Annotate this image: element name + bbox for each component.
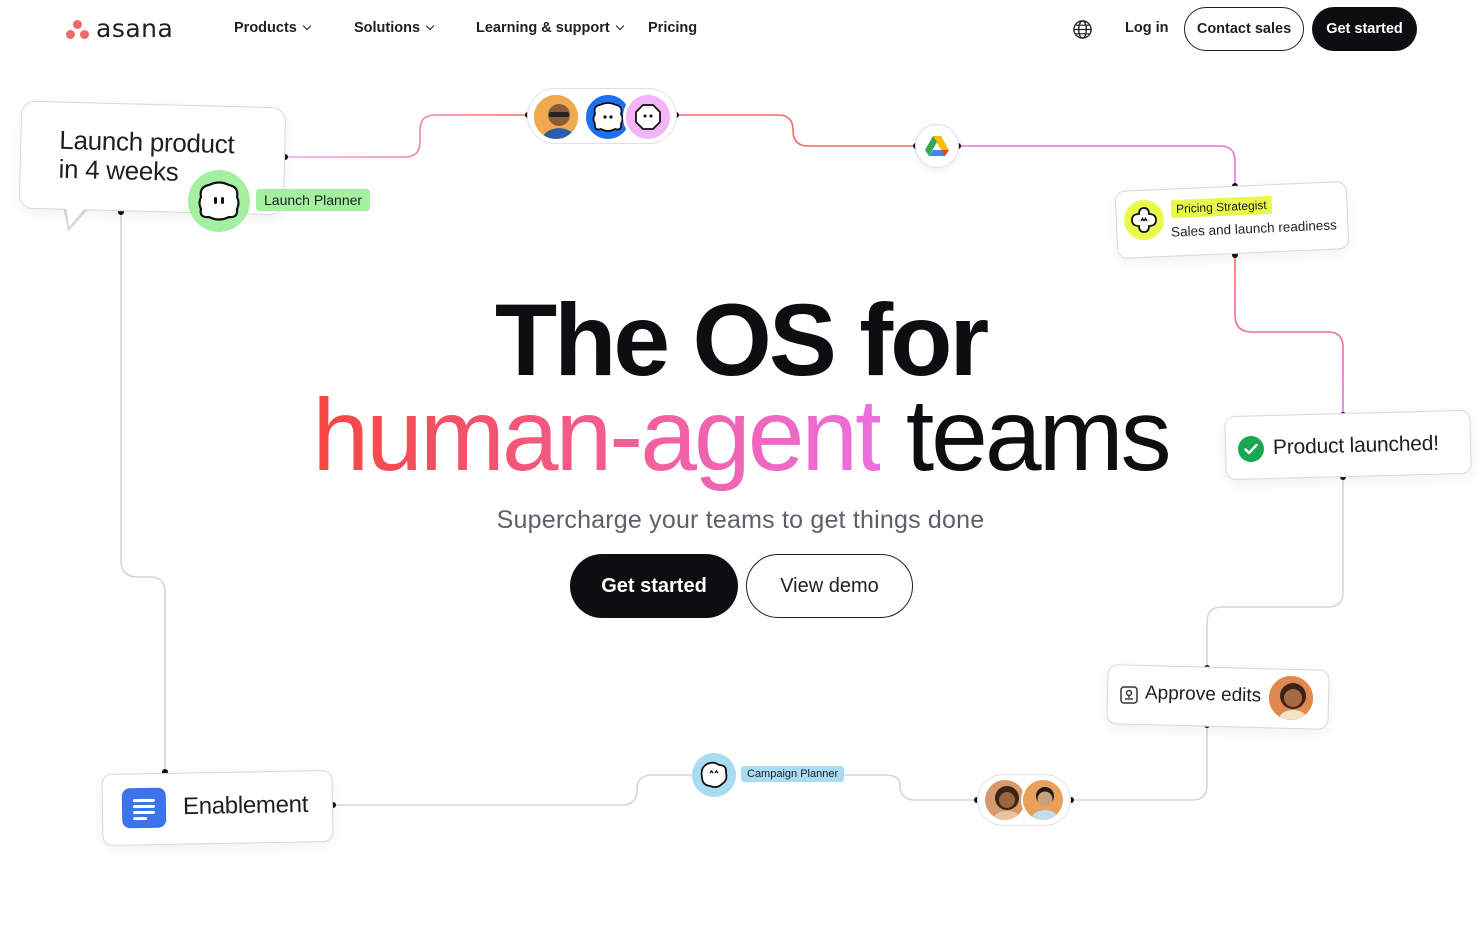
login-link[interactable]: Log in [1125, 20, 1169, 36]
chevron-down-icon [615, 21, 624, 31]
nav-learning-support-label: Learning & support [476, 20, 610, 36]
teammate-avatar-2 [1021, 778, 1065, 822]
get-started-button[interactable]: Get started [570, 554, 738, 618]
top-nav: asana Products Solutions Learning & supp… [0, 0, 1481, 58]
approval-stamp-icon [1120, 686, 1138, 704]
nav-pricing[interactable]: Pricing [648, 20, 697, 36]
hero-subtitle: Supercharge your teams to get things don… [496, 506, 985, 534]
person-avatar [531, 92, 581, 142]
globe-icon[interactable] [1072, 19, 1093, 40]
nav-products[interactable]: Products [234, 20, 312, 36]
hero-title-line2: human-agent teams [0, 380, 1481, 490]
hero-title-rest: teams [905, 378, 1172, 492]
nav-solutions[interactable]: Solutions [354, 20, 435, 36]
agent-avatar-pink-icon [623, 92, 673, 142]
nav-learning-support[interactable]: Learning & support [476, 20, 624, 36]
launch-planner-agent-icon [188, 170, 250, 232]
chevron-down-icon [425, 21, 435, 31]
pricing-strategist-agent-icon [1124, 200, 1164, 240]
view-demo-button[interactable]: View demo [746, 554, 913, 618]
launch-planner-tag: Launch Planner [256, 189, 371, 211]
contact-sales-button[interactable]: Contact sales [1184, 7, 1304, 51]
nav-pricing-label: Pricing [648, 20, 698, 36]
asana-logo[interactable]: asana [66, 14, 173, 43]
reviewer-avatar [1267, 674, 1315, 722]
google-drive-icon [915, 124, 959, 168]
chevron-down-icon [302, 21, 312, 31]
get-started-nav-button[interactable]: Get started [1312, 7, 1417, 51]
approve-edits-label: Approve edits [1144, 682, 1262, 707]
nav-solutions-label: Solutions [354, 20, 421, 36]
document-icon [121, 787, 167, 829]
logo-text: asana [96, 14, 174, 43]
asana-logo-icon [66, 18, 90, 40]
campaign-planner-tag: Campaign Planner [741, 766, 845, 782]
hero-title-highlight: human-agent [312, 378, 883, 492]
enablement-label: Enablement [182, 790, 309, 821]
nav-products-label: Products [234, 20, 297, 36]
campaign-planner-agent-icon [692, 753, 736, 797]
speech-bubble-tail-fill [65, 199, 93, 227]
